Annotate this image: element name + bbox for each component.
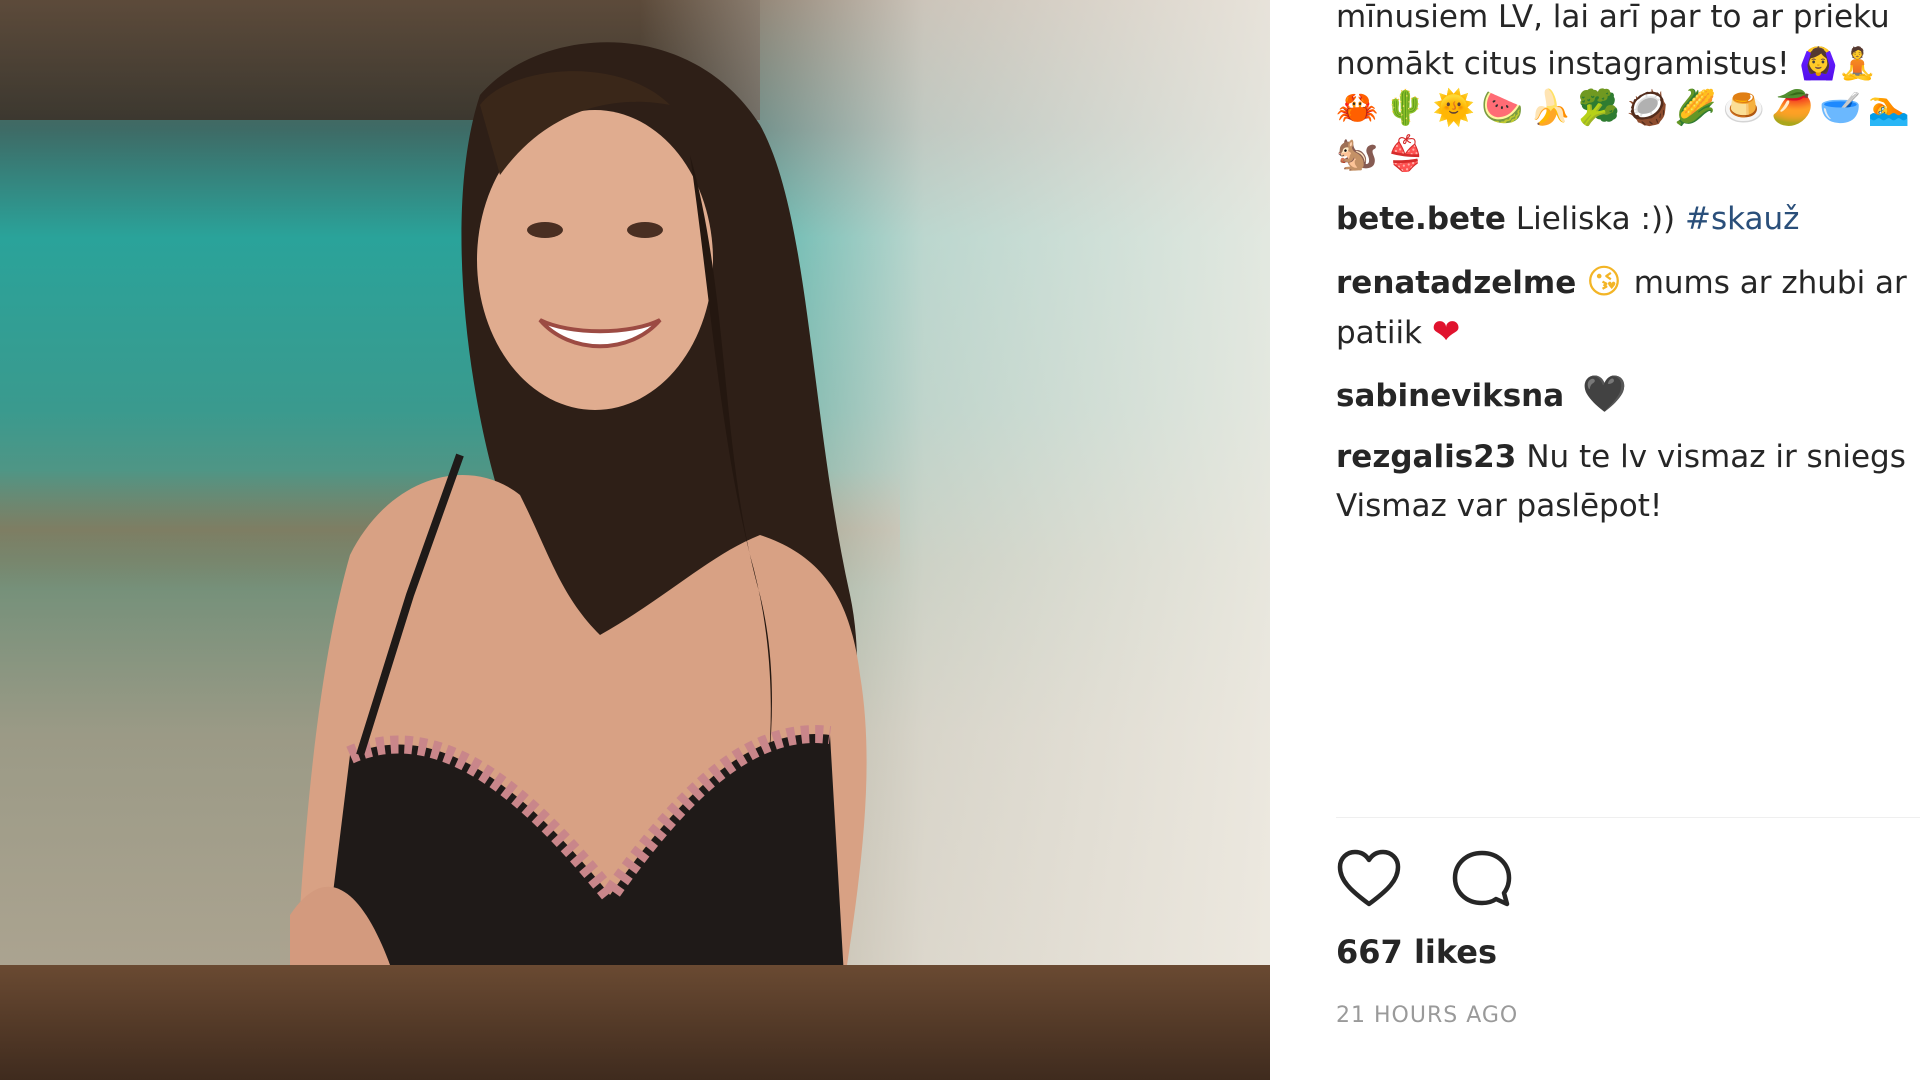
comment-text-continued: Vismaz var paslēpot!	[1336, 488, 1663, 524]
post-timestamp[interactable]: 21 HOURS AGO	[1336, 1003, 1518, 1028]
red-heart-emoji-icon: ❤	[1431, 312, 1461, 352]
comment-button[interactable]	[1449, 848, 1515, 910]
like-button[interactable]	[1336, 848, 1402, 910]
caption-emoji-row-1: 🦀🌵🌞🍉🍌🥦🥥🌽🍮🥭🥣🏊	[1336, 88, 1917, 128]
post-caption: mīnusiem LV, lai arī par to ar prieku no…	[1336, 0, 1920, 88]
comment-text: Lieliska :))	[1515, 201, 1676, 237]
comment-item: renatadzelme 😘 mums ar zhubi ar patiik ❤	[1336, 258, 1920, 358]
post-side-panel: mīnusiem LV, lai arī par to ar prieku no…	[1270, 0, 1920, 1080]
comment-username[interactable]: renatadzelme	[1336, 265, 1576, 301]
photo-person-figure	[290, 42, 867, 1080]
caption-line-1: mīnusiem LV, lai arī par to ar prieku	[1336, 0, 1890, 35]
speech-bubble-icon	[1452, 850, 1512, 907]
comment-username[interactable]: sabineviksna	[1336, 378, 1564, 414]
caption-emoji-row-2: 🐿️👙	[1336, 134, 1433, 174]
kiss-face-emoji-icon: 😘	[1586, 262, 1622, 302]
post-action-bar	[1336, 848, 1557, 910]
comment-text: Nu te lv vismaz ir sniegs	[1526, 439, 1906, 475]
post-photo[interactable]	[0, 0, 1270, 1080]
comment-text: mums ar zhubi ar	[1633, 265, 1907, 301]
comment-username[interactable]: bete.bete	[1336, 201, 1506, 237]
comment-item: bete.bete Lieliska :)) #skauž	[1336, 195, 1920, 244]
comment-text-continued: patiik	[1336, 315, 1423, 351]
section-divider	[1336, 817, 1920, 818]
photo-railing	[0, 965, 1270, 1080]
comment-username[interactable]: rezgalis23	[1336, 439, 1516, 475]
comment-item: sabineviksna 🖤	[1336, 370, 1920, 421]
caption-line-2: nomākt citus instagramistus! 🙆‍♀️🧘	[1336, 46, 1877, 82]
black-heart-emoji-icon: 🖤	[1582, 374, 1627, 415]
comment-hashtag-link[interactable]: #skauž	[1685, 201, 1799, 237]
heart-outline-icon	[1337, 849, 1401, 907]
likes-count[interactable]: 667 likes	[1336, 933, 1497, 971]
comment-item: rezgalis23 Nu te lv vismaz ir sniegs Vism…	[1336, 433, 1920, 531]
